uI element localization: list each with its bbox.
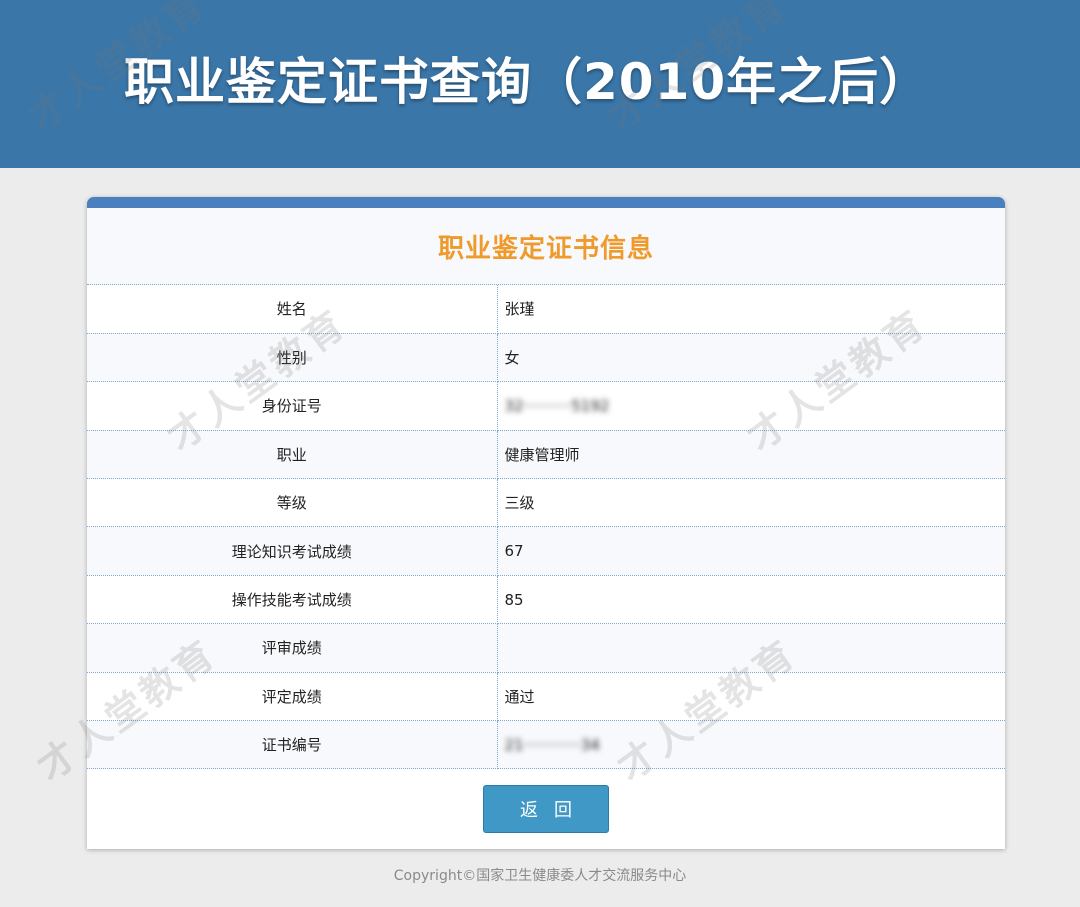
panel-title-row: 职业鉴定证书信息 bbox=[87, 208, 1005, 285]
row-value: 健康管理师 bbox=[497, 430, 1005, 480]
table-row: 证书编号 21············34 bbox=[87, 720, 1005, 770]
table-row: 职业 健康管理师 bbox=[87, 430, 1005, 480]
row-label: 身份证号 bbox=[87, 381, 498, 431]
row-label: 操作技能考试成绩 bbox=[87, 575, 498, 625]
table-row: 姓名 张瑾 bbox=[87, 285, 1005, 334]
certificate-info-table: 姓名 张瑾 性别 女 身份证号 32··········5192 职业 健康管理… bbox=[87, 285, 1005, 770]
blurred-certificate-number: 21············34 bbox=[504, 735, 600, 754]
row-value: 85 bbox=[497, 575, 1005, 625]
table-row: 操作技能考试成绩 85 bbox=[87, 575, 1005, 625]
back-button[interactable]: 返回 bbox=[483, 785, 609, 834]
row-value bbox=[497, 623, 1005, 673]
row-label: 等级 bbox=[87, 478, 498, 528]
row-value-id-number: 32··········5192 bbox=[497, 381, 1005, 431]
row-value-certificate-number: 21············34 bbox=[497, 720, 1005, 770]
table-row: 等级 三级 bbox=[87, 478, 1005, 528]
row-label: 证书编号 bbox=[87, 720, 498, 770]
row-value: 三级 bbox=[497, 478, 1005, 528]
blurred-id-number: 32··········5192 bbox=[504, 396, 610, 415]
table-row: 身份证号 32··········5192 bbox=[87, 381, 1005, 431]
button-row: 返回 bbox=[87, 769, 1005, 849]
row-value: 67 bbox=[497, 526, 1005, 576]
panel-title: 职业鉴定证书信息 bbox=[437, 233, 654, 264]
copyright-text: Copyright©国家卫生健康委人才交流服务中心 bbox=[393, 868, 687, 884]
row-label: 评定成绩 bbox=[87, 672, 498, 722]
table-row: 理论知识考试成绩 67 bbox=[87, 526, 1005, 576]
row-value: 通过 bbox=[497, 672, 1005, 722]
row-label: 评审成绩 bbox=[87, 623, 498, 673]
row-label: 职业 bbox=[87, 430, 498, 480]
row-label: 姓名 bbox=[87, 285, 498, 334]
page-title: 职业鉴定证书查询（2010年之后） bbox=[124, 53, 931, 111]
table-row: 性别 女 bbox=[87, 333, 1005, 383]
row-value: 张瑾 bbox=[497, 285, 1005, 334]
row-label: 理论知识考试成绩 bbox=[87, 526, 498, 576]
table-row: 评定成绩 通过 bbox=[87, 672, 1005, 722]
row-label: 性别 bbox=[87, 333, 498, 383]
row-value: 女 bbox=[497, 333, 1005, 383]
table-row: 评审成绩 bbox=[87, 623, 1005, 673]
certificate-panel: 职业鉴定证书信息 姓名 张瑾 性别 女 身份证号 32··········519… bbox=[87, 197, 1005, 849]
page-header: 职业鉴定证书查询（2010年之后） bbox=[0, 0, 1080, 168]
